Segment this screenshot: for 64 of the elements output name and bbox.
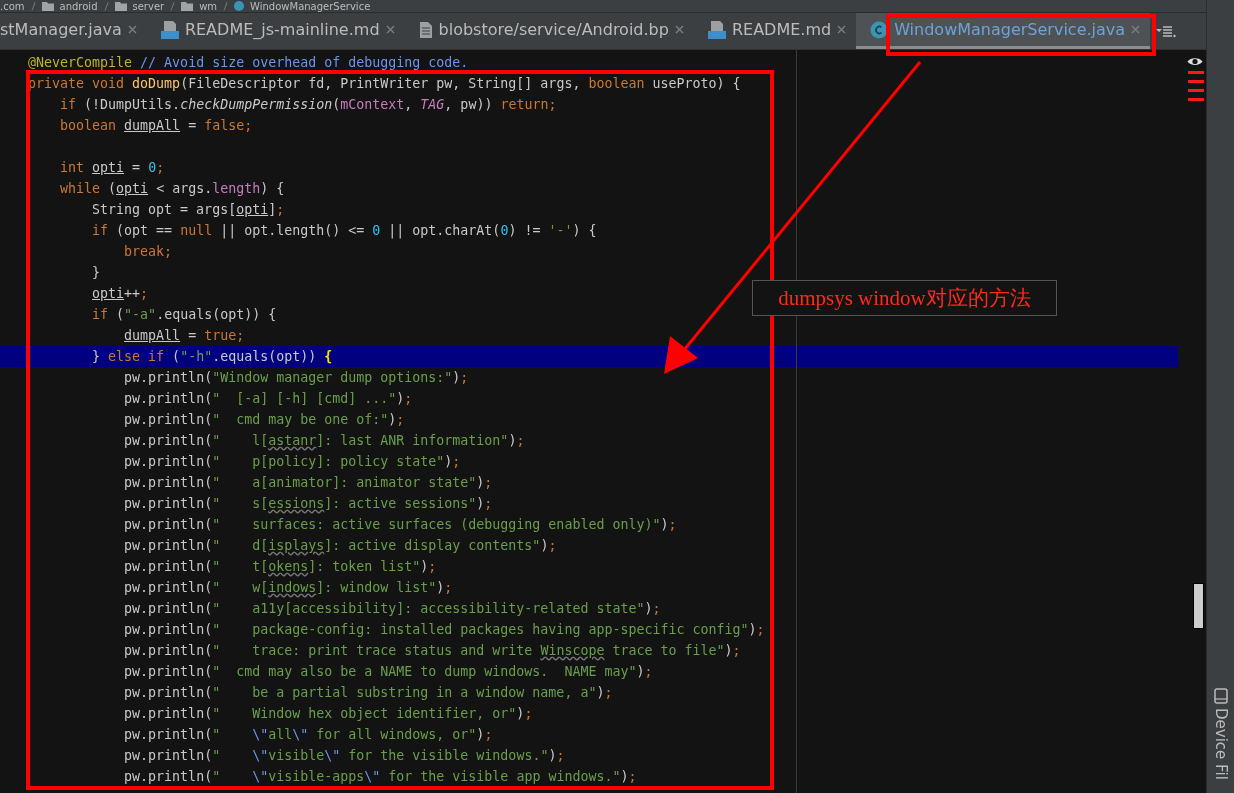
tool-window-label[interactable]: Device Fil — [1212, 708, 1230, 780]
separator-icon — [170, 1, 176, 11]
breadcrumb-item[interactable]: server — [132, 0, 165, 12]
code-line: pw.println(" d[isplays]: active display contents"); — [123, 537, 557, 555]
code-line: } — [91, 264, 101, 282]
code-line: pw.println(" p[policy]: policy state"); — [123, 453, 461, 471]
code-line: pw.println(" \"visible-apps\" for the visible app windows."); — [123, 768, 637, 786]
close-icon[interactable] — [127, 25, 137, 34]
separator-icon — [30, 1, 36, 11]
editor-tab[interactable]: README_js-mainline.md — [146, 13, 405, 49]
editor-tab[interactable]: stManager.java — [0, 13, 147, 49]
code-line: pw.println("Window manager dump options:"); — [123, 369, 469, 387]
code-line: pw.println(" Window hex object identifier, or"); — [123, 705, 533, 723]
code-line: opti++; — [91, 285, 149, 303]
code-line: pw.println(" a[animator]: animator state"); — [123, 474, 493, 492]
code-line: int opti = 0; — [59, 159, 165, 177]
folder-icon — [114, 1, 127, 11]
code-line: pw.println(" s[essions]: active sessions"); — [123, 495, 493, 513]
code-line: @NeverCompile // Avoid size overhead of debugging code. — [27, 54, 469, 72]
breadcrumb-item[interactable]: WindowManagerService — [250, 0, 371, 12]
code-line: if (!DumpUtils.checkDumpPermission(mContext, TAG, pw)) return; — [59, 96, 557, 114]
markdown-file-icon — [160, 19, 179, 40]
code-line: pw.println(" package-config: installed packages having app-specific config"); — [123, 621, 765, 639]
scrollbar-thumb[interactable] — [1193, 583, 1204, 629]
separator-icon — [103, 1, 109, 11]
separator-icon — [223, 1, 229, 11]
breadcrumb-item[interactable]: .com — [0, 0, 25, 12]
code-line: pw.println(" w[indows]: window list"); — [123, 579, 453, 597]
folder-icon — [41, 1, 54, 11]
breadcrumb-item[interactable]: wm — [199, 0, 218, 12]
code-line: dumpAll = true; — [123, 327, 245, 345]
close-icon[interactable] — [1131, 25, 1141, 34]
breadcrumb-item[interactable]: android — [59, 0, 98, 12]
folder-icon — [181, 1, 194, 11]
annotation-label: dumpsys window对应的方法 — [752, 280, 1057, 316]
code-line: pw.println(" [-a] [-h] [cmd] ..."); — [123, 390, 413, 408]
class-icon — [870, 20, 889, 39]
code-line: pw.println(" t[okens]: token list"); — [123, 558, 437, 576]
code-line: pw.println(" cmd may be one of:"); — [123, 411, 405, 429]
class-icon — [234, 1, 245, 11]
close-icon[interactable] — [837, 25, 847, 34]
code-line: break; — [123, 243, 173, 261]
close-icon[interactable] — [385, 25, 395, 34]
markdown-file-icon — [707, 19, 726, 40]
code-line: pw.println(" l[astanr]: last ANR information"); — [123, 432, 525, 450]
code-line: boolean dumpAll = false; — [59, 117, 253, 135]
phone-icon — [1214, 688, 1228, 704]
code-line: if (opt == null || opt.length() <= 0 || opt.charAt(0) != '-') { — [91, 222, 597, 241]
editor-tab[interactable]: README.md — [693, 13, 857, 49]
code-line: String opt = args[opti]; — [91, 201, 285, 219]
close-icon[interactable] — [674, 25, 684, 34]
eye-icon[interactable] — [1187, 56, 1203, 67]
code-line: pw.println(" \"visible\" for the visible windows."); — [123, 747, 565, 765]
code-line: pw.println(" be a partial substring in a window name, a"); — [123, 684, 613, 702]
code-line: pw.println(" surfaces: active surfaces (debugging enabled only)"); — [123, 516, 677, 534]
tab-list-icon[interactable] — [1156, 24, 1177, 38]
code-line: if ("-a".equals(opt)) { — [91, 306, 277, 324]
code-line: pw.println(" trace: print trace status and write Winscope trace to file"); — [123, 642, 741, 660]
code-line: while (opti < args.length) { — [59, 180, 285, 198]
code-line: pw.println(" cmd may also be a NAME to dump windows. NAME may"); — [123, 663, 653, 681]
code-line: pw.println(" a11y[accessibility]: accessibility-related state"); — [123, 600, 661, 618]
file-icon — [418, 20, 433, 39]
editor-tab[interactable]: blobstore/service/Android.bp — [404, 13, 694, 49]
code-line: pw.println(" \"all\" for all windows, or"); — [123, 726, 493, 744]
